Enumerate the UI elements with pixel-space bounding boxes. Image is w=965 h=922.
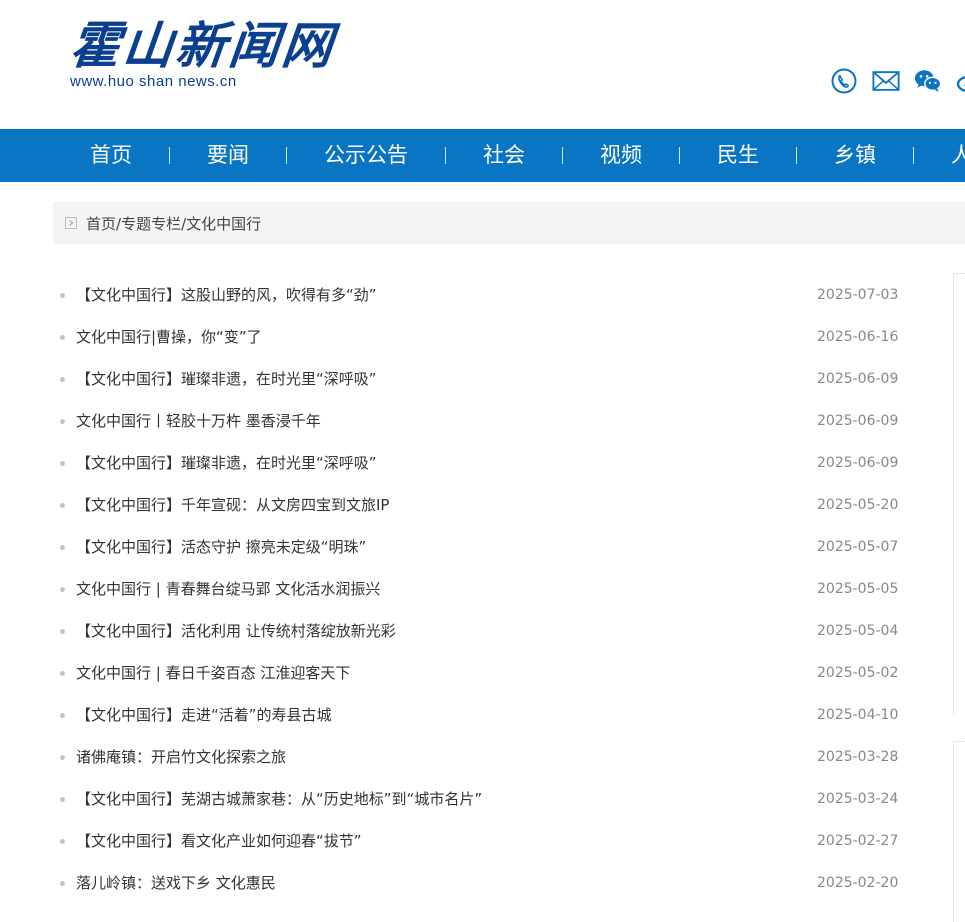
article-date: 2025-05-02: [817, 652, 898, 694]
bullet-dot: [60, 881, 65, 886]
nav-divider: [679, 147, 680, 164]
bullet-dot: [60, 755, 65, 760]
article-date: 2025-03-28: [817, 736, 898, 778]
bullet-dot: [60, 503, 65, 508]
list-item: 【文化中国行】这股山野的风，吹得有多“劲” 2025-07-03: [53, 274, 903, 316]
bullet-dot: [60, 629, 65, 634]
bullet-dot: [60, 293, 65, 298]
bullet-dot: [60, 797, 65, 802]
logo-chinese-text: 霍山新闻网: [67, 18, 283, 74]
list-item: 【文化中国行】璀璨非遗，在时光里“深呼吸” 2025-06-09: [53, 358, 903, 400]
list-item: 落儿岭镇：送戏下乡 文化惠民 2025-02-20: [53, 862, 903, 904]
nav-divider: [445, 147, 446, 164]
article-date: 2025-07-03: [817, 274, 898, 316]
article-link[interactable]: 【文化中国行】璀璨非遗，在时光里“深呼吸”: [76, 442, 377, 484]
list-item: 【文化中国行】璀璨非遗，在时光里“深呼吸” 2025-06-09: [53, 442, 903, 484]
article-date: 2025-05-20: [817, 484, 898, 526]
article-link[interactable]: 【文化中国行】千年宣砚：从文房四宝到文旅IP: [76, 484, 389, 526]
nav-item-headlines[interactable]: 要闻: [170, 129, 286, 182]
article-date: 2025-05-04: [817, 610, 898, 652]
breadcrumb: 首页/专题专栏/文化中国行: [53, 202, 965, 244]
article-date: 2025-02-27: [817, 820, 898, 862]
breadcrumb-arrow-icon: [65, 217, 77, 229]
list-item: 诸佛庵镇：开启竹文化探索之旅 2025-03-28: [53, 736, 903, 778]
article-date: 2025-04-10: [817, 694, 898, 736]
bullet-dot: [60, 839, 65, 844]
nav-item-society[interactable]: 社会: [446, 129, 562, 182]
nav-divider: [796, 147, 797, 164]
nav-divider: [286, 147, 287, 164]
bullet-dot: [60, 671, 65, 676]
article-list: 【文化中国行】这股山野的风，吹得有多“劲” 2025-07-03 文化中国行|曹操…: [53, 274, 903, 904]
article-link[interactable]: 【文化中国行】走进“活着”的寿县古城: [76, 694, 332, 736]
breadcrumb-current[interactable]: 文化中国行: [186, 215, 261, 233]
header-contact-icons: [830, 66, 965, 96]
nav-divider: [913, 147, 914, 164]
list-item: 【文化中国行】芜湖古城萧家巷：从“历史地标”到“城市名片” 2025-03-24: [53, 778, 903, 820]
article-link[interactable]: 【文化中国行】活态守护 擦亮未定级“明珠”: [76, 526, 366, 568]
article-date: 2025-05-07: [817, 526, 898, 568]
breadcrumb-path: 首页/专题专栏/文化中国行: [86, 213, 261, 234]
article-link[interactable]: 【文化中国行】芜湖古城萧家巷：从“历史地标”到“城市名片”: [76, 778, 482, 820]
article-link[interactable]: 文化中国行丨轻胶十万杵 墨香浸千年: [76, 400, 321, 442]
list-item: 文化中国行 | 青春舞台绽马郢 文化活水润振兴 2025-05-05: [53, 568, 903, 610]
article-date: 2025-03-24: [817, 778, 898, 820]
list-item: 文化中国行 | 春日千姿百态 江淮迎客天下 2025-05-02: [53, 652, 903, 694]
article-link[interactable]: 文化中国行 | 春日千姿百态 江淮迎客天下: [76, 652, 350, 694]
sidebar-panel: [953, 273, 965, 714]
article-date: 2025-06-09: [817, 400, 898, 442]
article-link[interactable]: 【文化中国行】活化利用 让传统村落绽放新光彩: [76, 610, 396, 652]
bullet-dot: [60, 713, 65, 718]
nav-item-people[interactable]: 人: [914, 129, 965, 182]
wechat-icon[interactable]: [914, 67, 942, 95]
bullet-dot: [60, 419, 65, 424]
article-link[interactable]: 【文化中国行】这股山野的风，吹得有多“劲”: [76, 274, 377, 316]
bullet-dot: [60, 377, 65, 382]
article-date: 2025-05-05: [817, 568, 898, 610]
weibo-icon[interactable]: [956, 67, 965, 95]
article-link[interactable]: 【文化中国行】璀璨非遗，在时光里“深呼吸”: [76, 358, 377, 400]
breadcrumb-home-link[interactable]: 首页: [86, 215, 116, 233]
list-item: 文化中国行|曹操，你“变”了 2025-06-16: [53, 316, 903, 358]
nav-divider: [169, 147, 170, 164]
nav-item-home[interactable]: 首页: [53, 129, 169, 182]
bullet-dot: [60, 545, 65, 550]
list-item: 【文化中国行】活化利用 让传统村落绽放新光彩 2025-05-04: [53, 610, 903, 652]
nav-item-video[interactable]: 视频: [563, 129, 679, 182]
phone-icon[interactable]: [830, 67, 858, 95]
bullet-dot: [60, 335, 65, 340]
nav-item-announcements[interactable]: 公示公告: [287, 129, 445, 182]
list-item: 【文化中国行】千年宣砚：从文房四宝到文旅IP 2025-05-20: [53, 484, 903, 526]
article-link[interactable]: 文化中国行|曹操，你“变”了: [76, 316, 262, 358]
site-header: 霍山新闻网 www.huo shan news.cn: [0, 0, 965, 129]
article-date: 2025-06-09: [817, 358, 898, 400]
mail-icon[interactable]: [872, 67, 900, 95]
breadcrumb-section-link[interactable]: 专题专栏: [121, 215, 181, 233]
article-date: 2025-06-09: [817, 442, 898, 484]
article-link[interactable]: 诸佛庵镇：开启竹文化探索之旅: [76, 736, 286, 778]
bullet-dot: [60, 587, 65, 592]
nav-item-livelihood[interactable]: 民生: [680, 129, 796, 182]
list-item: 【文化中国行】走进“活着”的寿县古城 2025-04-10: [53, 694, 903, 736]
article-link[interactable]: 【文化中国行】看文化产业如何迎春“拔节”: [76, 820, 362, 862]
bullet-dot: [60, 461, 65, 466]
nav-divider: [562, 147, 563, 164]
article-date: 2025-06-16: [817, 316, 898, 358]
article-link[interactable]: 文化中国行 | 青春舞台绽马郢 文化活水润振兴: [76, 568, 380, 610]
list-item: 【文化中国行】活态守护 擦亮未定级“明珠” 2025-05-07: [53, 526, 903, 568]
main-nav: 首页 要闻 公示公告 社会 视频 民生 乡镇 人: [0, 129, 965, 182]
sidebar-panel: [953, 741, 965, 922]
logo-english-text: www.huo shan news.cn: [70, 73, 280, 90]
article-date: 2025-02-20: [817, 862, 898, 904]
article-link[interactable]: 落儿岭镇：送戏下乡 文化惠民: [76, 862, 276, 904]
list-item: 【文化中国行】看文化产业如何迎春“拔节” 2025-02-27: [53, 820, 903, 862]
list-item: 文化中国行丨轻胶十万杵 墨香浸千年 2025-06-09: [53, 400, 903, 442]
site-logo[interactable]: 霍山新闻网 www.huo shan news.cn: [70, 18, 280, 98]
nav-item-towns[interactable]: 乡镇: [797, 129, 913, 182]
